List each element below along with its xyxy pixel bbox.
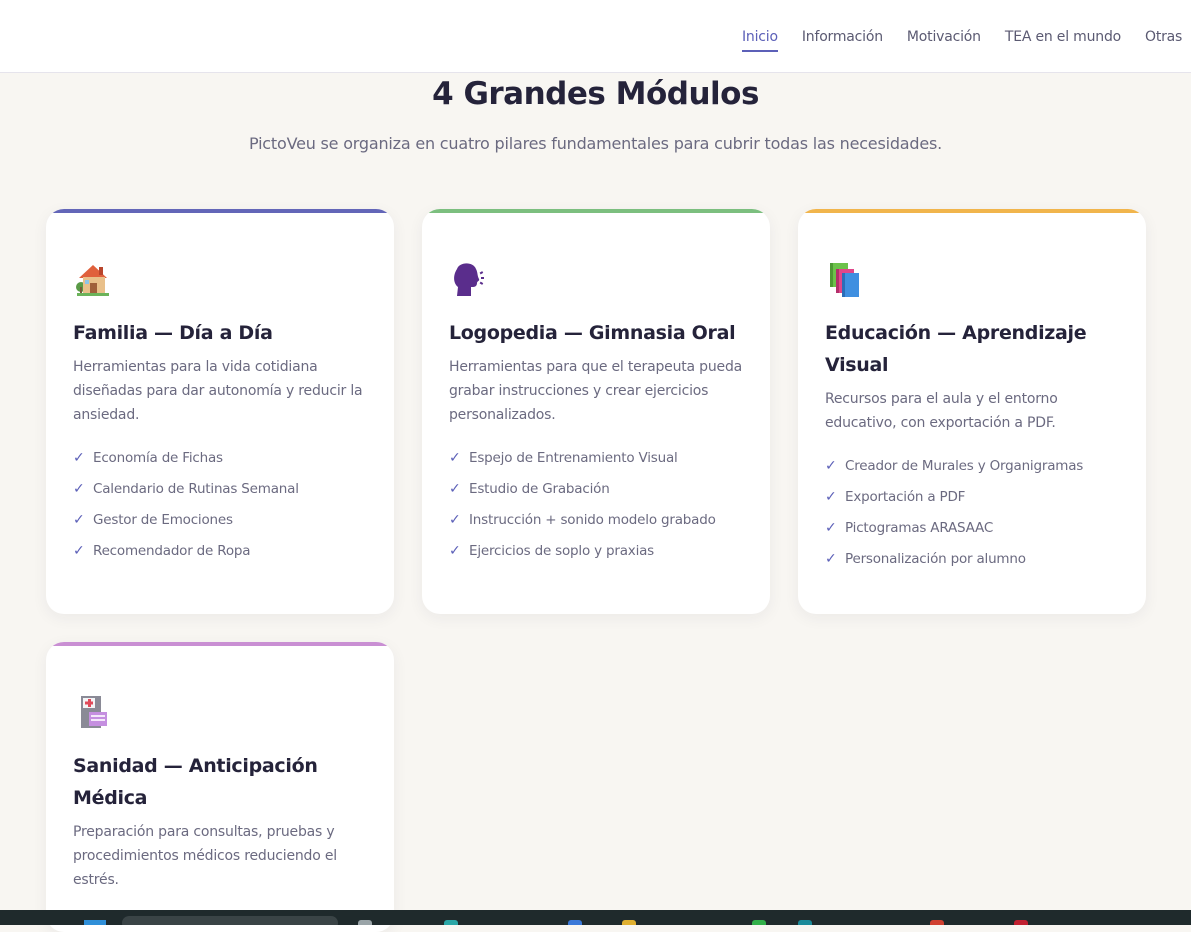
module-card-familia: Familia — Día a Día Herramientas para la…: [46, 209, 394, 614]
feature-item: ✓ Estudio de Grabación: [449, 474, 744, 505]
feature-item: ✓ Pictogramas ARASAAC: [825, 513, 1120, 544]
feature-list: ✓ Creador de Murales y Organigramas ✓ Expo…: [825, 451, 1120, 575]
section-title: 4 Grandes Módulos: [432, 76, 759, 112]
feature-label: Calendario de Rutinas Semanal: [93, 481, 299, 497]
feature-label: Ejercicios de soplo y praxias: [469, 543, 655, 559]
feature-list: ✓ Espejo de Entrenamiento Visual ✓ Estudio…: [449, 443, 744, 567]
feature-item: ✓ Personalización por alumno: [825, 544, 1120, 575]
feature-label: Exportación a PDF: [845, 489, 966, 505]
taskbar-app-icon[interactable]: [752, 920, 766, 925]
card-title: Familia — Día a Día: [73, 322, 273, 344]
check-icon: ✓: [449, 481, 461, 497]
feature-label: Estudio de Grabación: [469, 481, 610, 497]
taskbar-app-icon[interactable]: [358, 920, 372, 925]
feature-label: Recomendador de Ropa: [93, 543, 251, 559]
nav-link-tea-en-el-mundo[interactable]: TEA en el mundo: [1005, 23, 1121, 51]
check-icon: ✓: [449, 543, 461, 559]
card-title: Educación — Aprendizaje Visual: [825, 322, 1087, 376]
feature-item: ✓ Gestor de Emociones: [73, 505, 368, 536]
taskbar-app-icon[interactable]: [930, 920, 944, 925]
main-nav: Inicio Información Motivación TEA en el …: [742, 0, 1191, 72]
windows-start-icon[interactable]: [84, 920, 106, 925]
module-card-logopedia: Logopedia — Gimnasia Oral Herramientas p…: [422, 209, 770, 614]
feature-label: Espejo de Entrenamiento Visual: [469, 450, 678, 466]
module-card-sanidad: Sanidad — Anticipación Médica Preparació…: [46, 642, 394, 932]
check-icon: ✓: [825, 458, 837, 474]
feature-item: ✓ Exportación a PDF: [825, 482, 1120, 513]
check-icon: ✓: [825, 520, 837, 536]
feature-label: Gestor de Emociones: [93, 512, 233, 528]
top-navbar: Inicio Información Motivación TEA en el …: [0, 0, 1191, 73]
card-description: Herramientas para la vida cotidiana dise…: [73, 359, 363, 423]
hospital-icon: [81, 696, 107, 728]
card-description: Preparación para consultas, pruebas y pr…: [73, 824, 337, 888]
taskbar-app-icon[interactable]: [1014, 920, 1028, 925]
card-title: Logopedia — Gimnasia Oral: [449, 322, 736, 344]
module-card-educacion: Educación — Aprendizaje Visual Recursos …: [798, 209, 1146, 614]
check-icon: ✓: [825, 551, 837, 567]
check-icon: ✓: [825, 489, 837, 505]
section-subtitle: PictoVeu se organiza en cuatro pilares f…: [248, 134, 943, 153]
card-description: Herramientas para que el terapeuta pueda…: [449, 359, 743, 423]
books-icon: [830, 263, 859, 297]
check-icon: ✓: [449, 450, 461, 466]
feature-item: ✓ Creador de Murales y Organigramas: [825, 451, 1120, 482]
feature-label: Instrucción + sonido modelo grabado: [469, 512, 716, 528]
taskbar-app-icon[interactable]: [798, 920, 812, 925]
feature-item: ✓ Instrucción + sonido modelo grabado: [449, 505, 744, 536]
feature-item: ✓ Recomendador de Ropa: [73, 536, 368, 567]
nav-link-otras[interactable]: Otras: [1145, 23, 1182, 51]
feature-item: ✓ Espejo de Entrenamiento Visual: [449, 443, 744, 474]
feature-label: Economía de Fichas: [93, 450, 223, 466]
feature-label: Creador de Murales y Organigramas: [845, 458, 1084, 474]
feature-list: ✓ Economía de Fichas ✓ Calendario de Rutin…: [73, 443, 368, 567]
feature-item: ✓ Calendario de Rutinas Semanal: [73, 474, 368, 505]
taskbar-app-icon[interactable]: [444, 920, 458, 925]
card-description: Recursos para el aula y el entorno educa…: [825, 391, 1058, 431]
card-title: Sanidad — Anticipación Médica: [73, 755, 318, 809]
check-icon: ✓: [73, 512, 85, 528]
nav-link-informacion[interactable]: Información: [802, 23, 883, 51]
check-icon: ✓: [73, 450, 85, 466]
nav-link-motivacion[interactable]: Motivación: [907, 23, 981, 51]
nav-link-inicio[interactable]: Inicio: [742, 23, 778, 52]
feature-label: Pictogramas ARASAAC: [845, 520, 994, 536]
taskbar-app-icon[interactable]: [568, 920, 582, 925]
taskbar-search-box[interactable]: [122, 916, 338, 925]
speaking-head-icon: [454, 263, 484, 296]
house-icon: [76, 265, 109, 296]
feature-label: Personalización por alumno: [845, 551, 1026, 567]
feature-item: ✓ Economía de Fichas: [73, 443, 368, 474]
check-icon: ✓: [73, 481, 85, 497]
check-icon: ✓: [449, 512, 461, 528]
os-taskbar: [0, 910, 1191, 925]
taskbar-app-icon[interactable]: [622, 920, 636, 925]
check-icon: ✓: [73, 543, 85, 559]
feature-item: ✓ Ejercicios de soplo y praxias: [449, 536, 744, 567]
